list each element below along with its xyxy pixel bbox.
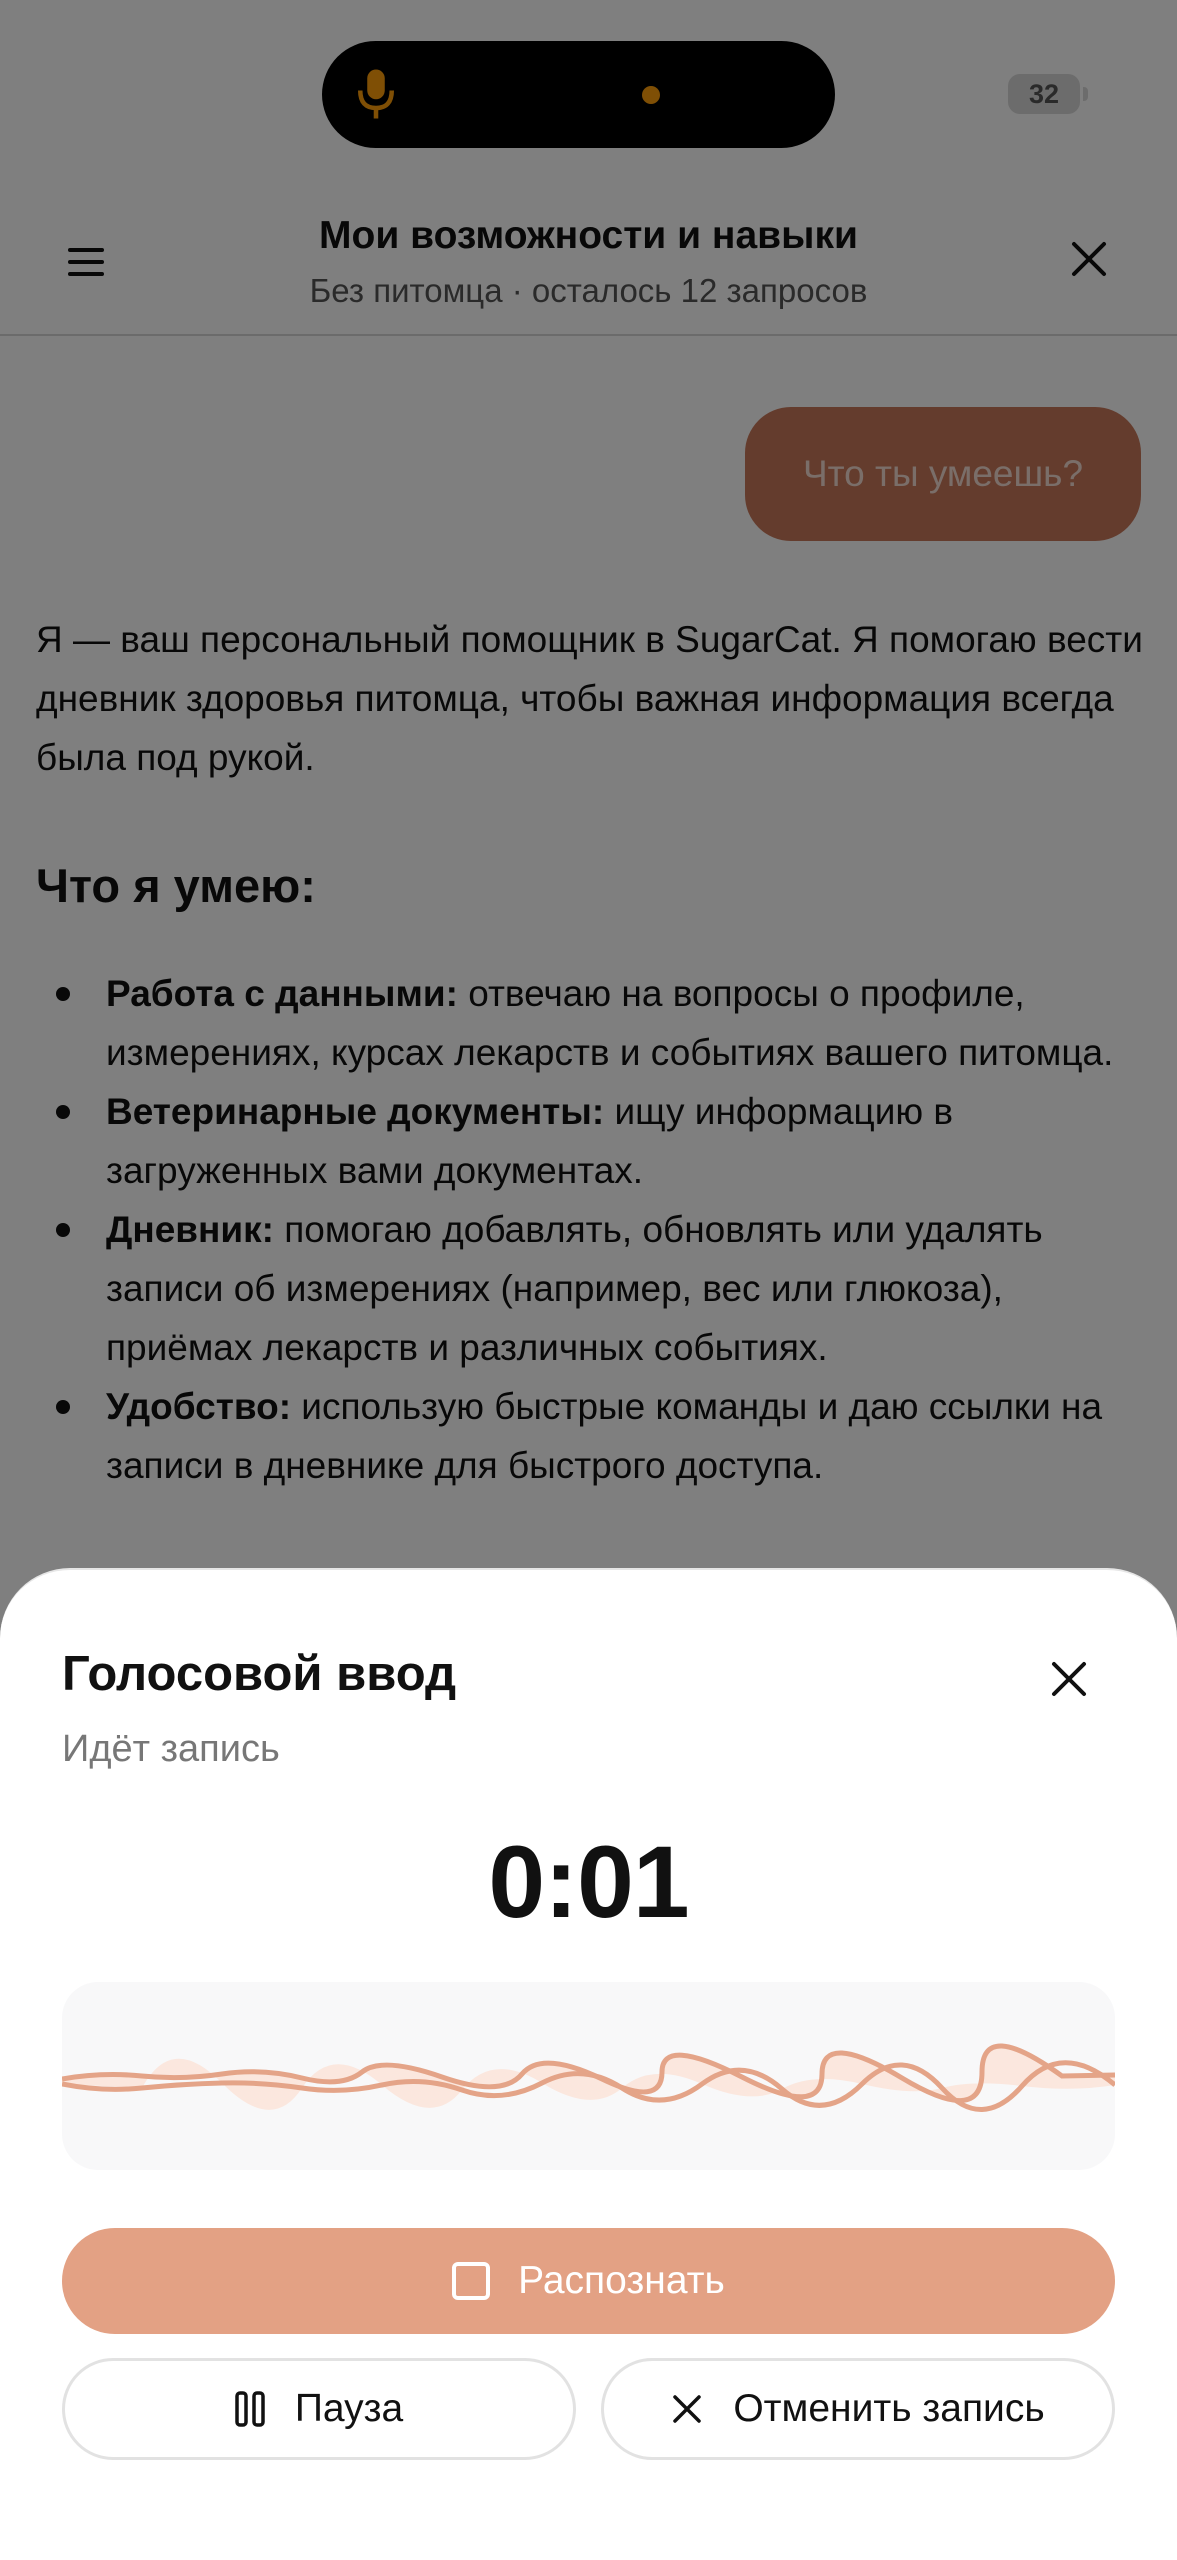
close-icon[interactable] bbox=[1048, 1658, 1090, 1700]
pause-button-label: Пауза bbox=[294, 2387, 404, 2430]
close-icon bbox=[673, 2395, 702, 2423]
sheet-title: Голосовой ввод bbox=[62, 1647, 457, 1701]
recording-status: Идёт запись bbox=[62, 1728, 280, 1770]
voice-input-sheet: Голосовой ввод Идёт запись 0:01 Распозна… bbox=[0, 1568, 1177, 2560]
cancel-recording-button[interactable]: Отменить запись bbox=[601, 2358, 1115, 2460]
waveform-graphic bbox=[62, 2043, 1115, 2112]
pause-icon bbox=[235, 2391, 265, 2427]
cancel-recording-button-label: Отменить запись bbox=[733, 2387, 1045, 2430]
waveform-panel bbox=[62, 1982, 1115, 2170]
recording-timer: 0:01 bbox=[488, 1825, 689, 1939]
pause-button[interactable]: Пауза bbox=[62, 2358, 576, 2460]
recognize-button-label: Распознать bbox=[518, 2259, 725, 2302]
recognize-button[interactable]: Распознать bbox=[62, 2228, 1115, 2334]
stop-square-icon bbox=[452, 2262, 491, 2300]
